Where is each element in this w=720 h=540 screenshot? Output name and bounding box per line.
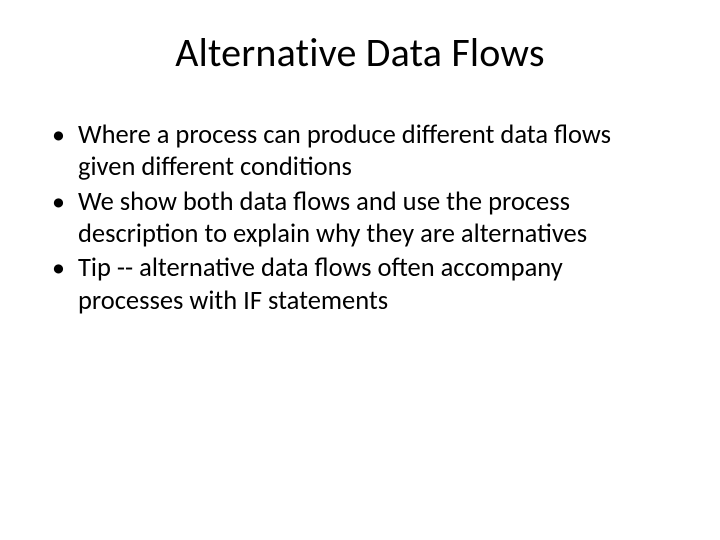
- slide-title: Alternative Data Flows: [48, 28, 672, 77]
- list-item: We show both data flows and use the proc…: [48, 186, 672, 251]
- list-item: Where a process can produce different da…: [48, 119, 672, 184]
- bullet-list: Where a process can produce different da…: [48, 119, 672, 317]
- list-item: Tip -- alternative data flows often acco…: [48, 252, 672, 317]
